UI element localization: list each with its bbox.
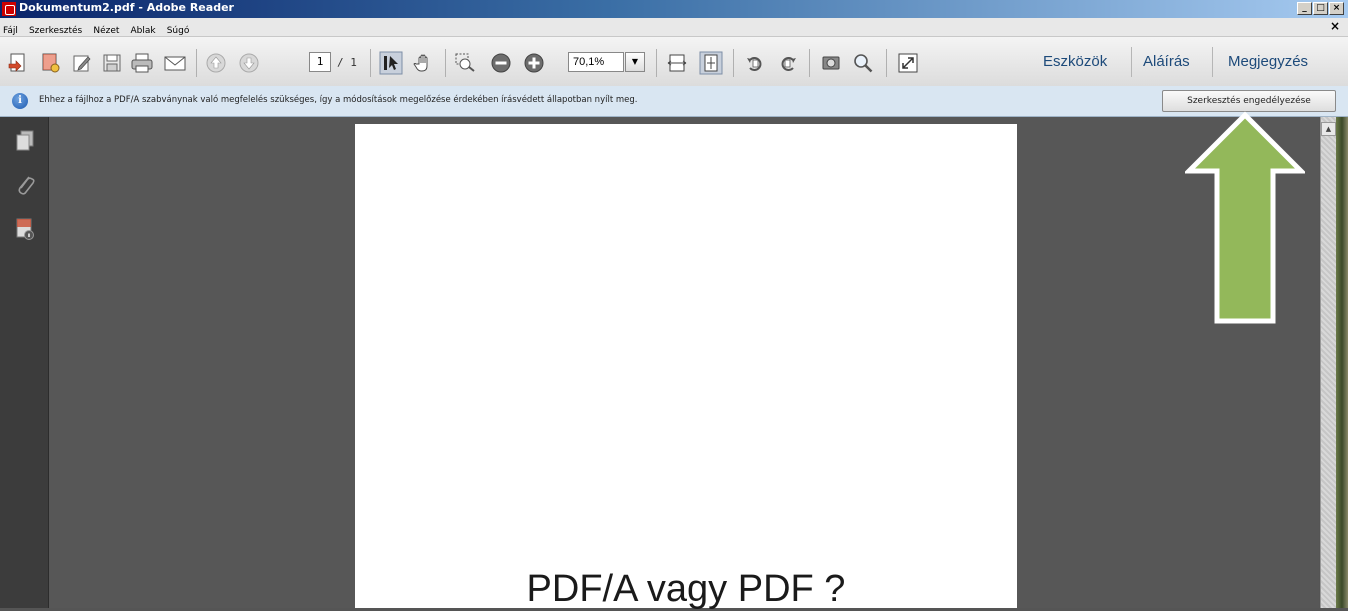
page-heading-text: PDF/A vagy PDF ? [526, 568, 846, 610]
green-up-arrow-annotation [1185, 111, 1305, 324]
toolbar-separator [886, 49, 887, 77]
find-icon[interactable] [850, 50, 876, 76]
save-icon[interactable] [99, 50, 125, 76]
minimize-button[interactable]: _ [1297, 2, 1312, 15]
toolbar: 1 / 1 70,1% ▼ Eszközök Aláírás Megjegyzé… [0, 37, 1348, 87]
zoom-out-icon[interactable] [488, 50, 514, 76]
toolbar-separator [809, 49, 810, 77]
menu-window[interactable]: Ablak [128, 23, 159, 36]
select-tool-icon[interactable] [378, 50, 404, 76]
zoom-level-input[interactable]: 70,1% [568, 52, 624, 72]
info-icon: i [12, 93, 28, 109]
pdf-page: PDF/A vagy PDF ? [355, 124, 1017, 610]
window-title: Dokumentum2.pdf - Adobe Reader [19, 1, 234, 14]
zoom-in-icon[interactable] [521, 50, 547, 76]
fullscreen-icon[interactable] [895, 50, 921, 76]
snapshot-icon[interactable] [818, 50, 844, 76]
desktop-background [1336, 117, 1348, 608]
document-close-button[interactable]: × [1330, 19, 1340, 33]
create-pdf-icon[interactable] [5, 50, 31, 76]
menu-view[interactable]: Nézet [90, 23, 122, 36]
tab-separator [1212, 47, 1213, 77]
page-thumbnails-icon[interactable] [14, 129, 36, 153]
toolbar-separator [656, 49, 657, 77]
close-button[interactable]: × [1329, 2, 1344, 15]
document-properties-icon[interactable] [14, 217, 36, 241]
tab-sign[interactable]: Aláírás [1143, 53, 1190, 70]
tab-comment[interactable]: Megjegyzés [1228, 53, 1308, 70]
rotate-ccw-icon[interactable] [742, 50, 768, 76]
email-icon[interactable] [162, 50, 188, 76]
fit-page-width-icon[interactable] [664, 50, 690, 76]
rotate-cw-icon[interactable] [775, 50, 801, 76]
adobe-reader-app-icon [2, 2, 16, 16]
marquee-zoom-icon[interactable] [453, 50, 479, 76]
vertical-scrollbar[interactable]: ▲ [1320, 117, 1336, 608]
maximize-button[interactable]: □ [1313, 2, 1328, 15]
navigation-pane [0, 117, 49, 608]
print-icon[interactable] [129, 50, 155, 76]
pdfa-info-message: Ehhez a fájlhoz a PDF/A szabványnak való… [39, 95, 638, 105]
menu-help[interactable]: Súgó [164, 23, 193, 36]
toolbar-separator [196, 49, 197, 77]
scroll-up-arrow[interactable]: ▲ [1321, 122, 1336, 136]
menu-bar: Fájl Szerkesztés Nézet Ablak Súgó × [0, 18, 1348, 37]
hand-tool-icon[interactable] [411, 50, 437, 76]
enable-editing-button[interactable]: Szerkesztés engedélyezése [1162, 90, 1336, 112]
menu-edit[interactable]: Szerkesztés [26, 23, 85, 36]
page-number-input[interactable]: 1 [309, 52, 331, 72]
toolbar-separator [733, 49, 734, 77]
zoom-dropdown-button[interactable]: ▼ [625, 52, 645, 72]
pdfa-info-bar: i Ehhez a fájlhoz a PDF/A szabványnak va… [0, 86, 1348, 117]
tab-tools[interactable]: Eszközök [1043, 53, 1107, 70]
next-page-icon[interactable] [236, 50, 262, 76]
toolbar-separator [445, 49, 446, 77]
title-bar: Dokumentum2.pdf - Adobe Reader _ □ × [0, 0, 1348, 18]
toolbar-separator [370, 49, 371, 77]
page-total: / 1 [337, 56, 357, 69]
fit-page-icon[interactable] [698, 50, 724, 76]
edit-icon[interactable] [69, 50, 95, 76]
prev-page-icon[interactable] [203, 50, 229, 76]
open-icon[interactable] [38, 50, 64, 76]
menu-file[interactable]: Fájl [0, 23, 21, 36]
attachments-icon[interactable] [14, 173, 36, 197]
tab-separator [1131, 47, 1132, 77]
